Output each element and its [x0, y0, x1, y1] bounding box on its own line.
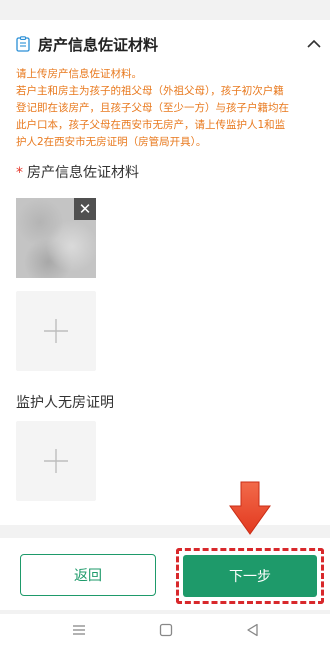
system-nav-bar: [0, 614, 330, 646]
uploaded-image-thumbnail[interactable]: ✕: [16, 198, 96, 278]
next-button[interactable]: 下一步: [183, 555, 317, 597]
notice-line: 护人2在西安市无房证明（房管局开具）。: [16, 136, 207, 148]
chevron-up-icon[interactable]: [306, 36, 322, 52]
back-triangle-icon[interactable]: [246, 623, 260, 637]
next-button-highlight: 下一步: [176, 548, 324, 604]
close-icon[interactable]: ✕: [74, 198, 96, 220]
upload-add-button-no-house[interactable]: [16, 421, 96, 501]
notice-line: 登记即在该房产，且孩子父母（至少一方）与孩子户籍均在: [16, 102, 289, 114]
document-icon: [16, 36, 30, 52]
field-label-property-proof: * 房产信息佐证材料: [16, 162, 139, 182]
down-arrow-icon: [229, 481, 271, 535]
home-square-icon[interactable]: [159, 623, 173, 637]
field-label-text: 监护人无房证明: [16, 395, 114, 411]
section-header[interactable]: 房产信息佐证材料: [16, 30, 322, 58]
action-footer: 返回 下一步: [0, 538, 330, 610]
menu-icon[interactable]: [72, 623, 86, 637]
form-card: 房产信息佐证材料 请上传房产信息佐证材料。 若户主和房主为孩子的祖父母（外祖父母…: [0, 20, 330, 525]
required-mark: *: [16, 165, 23, 181]
notice-line: 此户口本，孩子父母在西安市无房产，请上传监护人1和监: [16, 119, 286, 131]
upload-add-button-property[interactable]: [16, 291, 96, 371]
plus-icon: [44, 319, 68, 343]
section-title: 房产信息佐证材料: [38, 35, 159, 54]
plus-icon: [44, 449, 68, 473]
field-label-text: 房产信息佐证材料: [27, 165, 139, 181]
field-label-no-house-cert: 监护人无房证明: [16, 392, 114, 412]
notice-line: 若户主和房主为孩子的祖父母（外祖父母），孩子初次户籍: [16, 85, 284, 97]
back-button[interactable]: 返回: [20, 554, 156, 596]
notice-line: 请上传房产信息佐证材料。: [16, 68, 142, 80]
upload-notice: 请上传房产信息佐证材料。 若户主和房主为孩子的祖父母（外祖父母），孩子初次户籍 …: [16, 66, 316, 151]
